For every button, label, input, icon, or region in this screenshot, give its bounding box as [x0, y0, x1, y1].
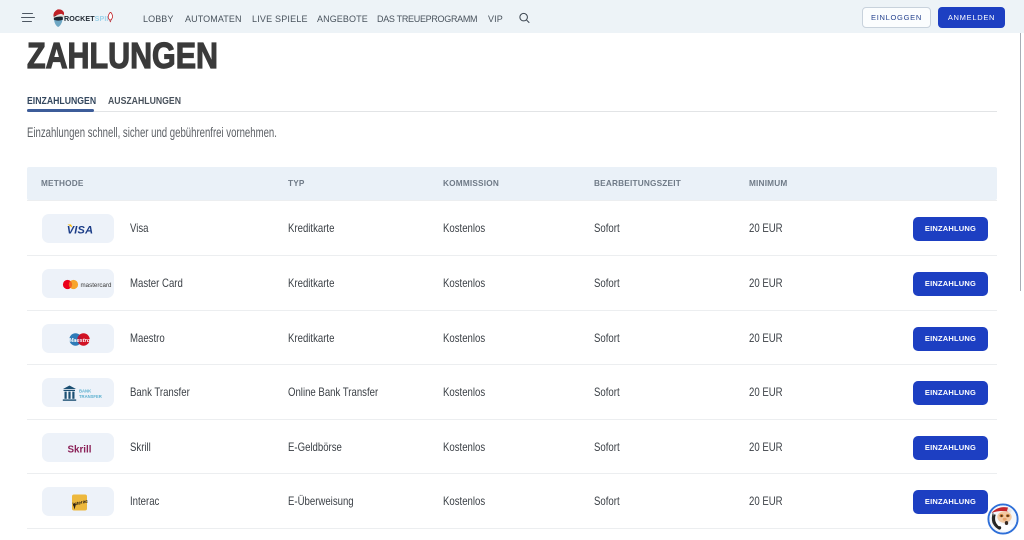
svg-text:TRANSFER: TRANSFER — [79, 394, 102, 399]
svg-text:VISA: VISA — [67, 225, 93, 237]
svg-text:Maestro: Maestro — [69, 338, 91, 344]
svg-text:mastercard: mastercard — [81, 282, 113, 289]
svg-text:Skrill: Skrill — [68, 445, 92, 456]
